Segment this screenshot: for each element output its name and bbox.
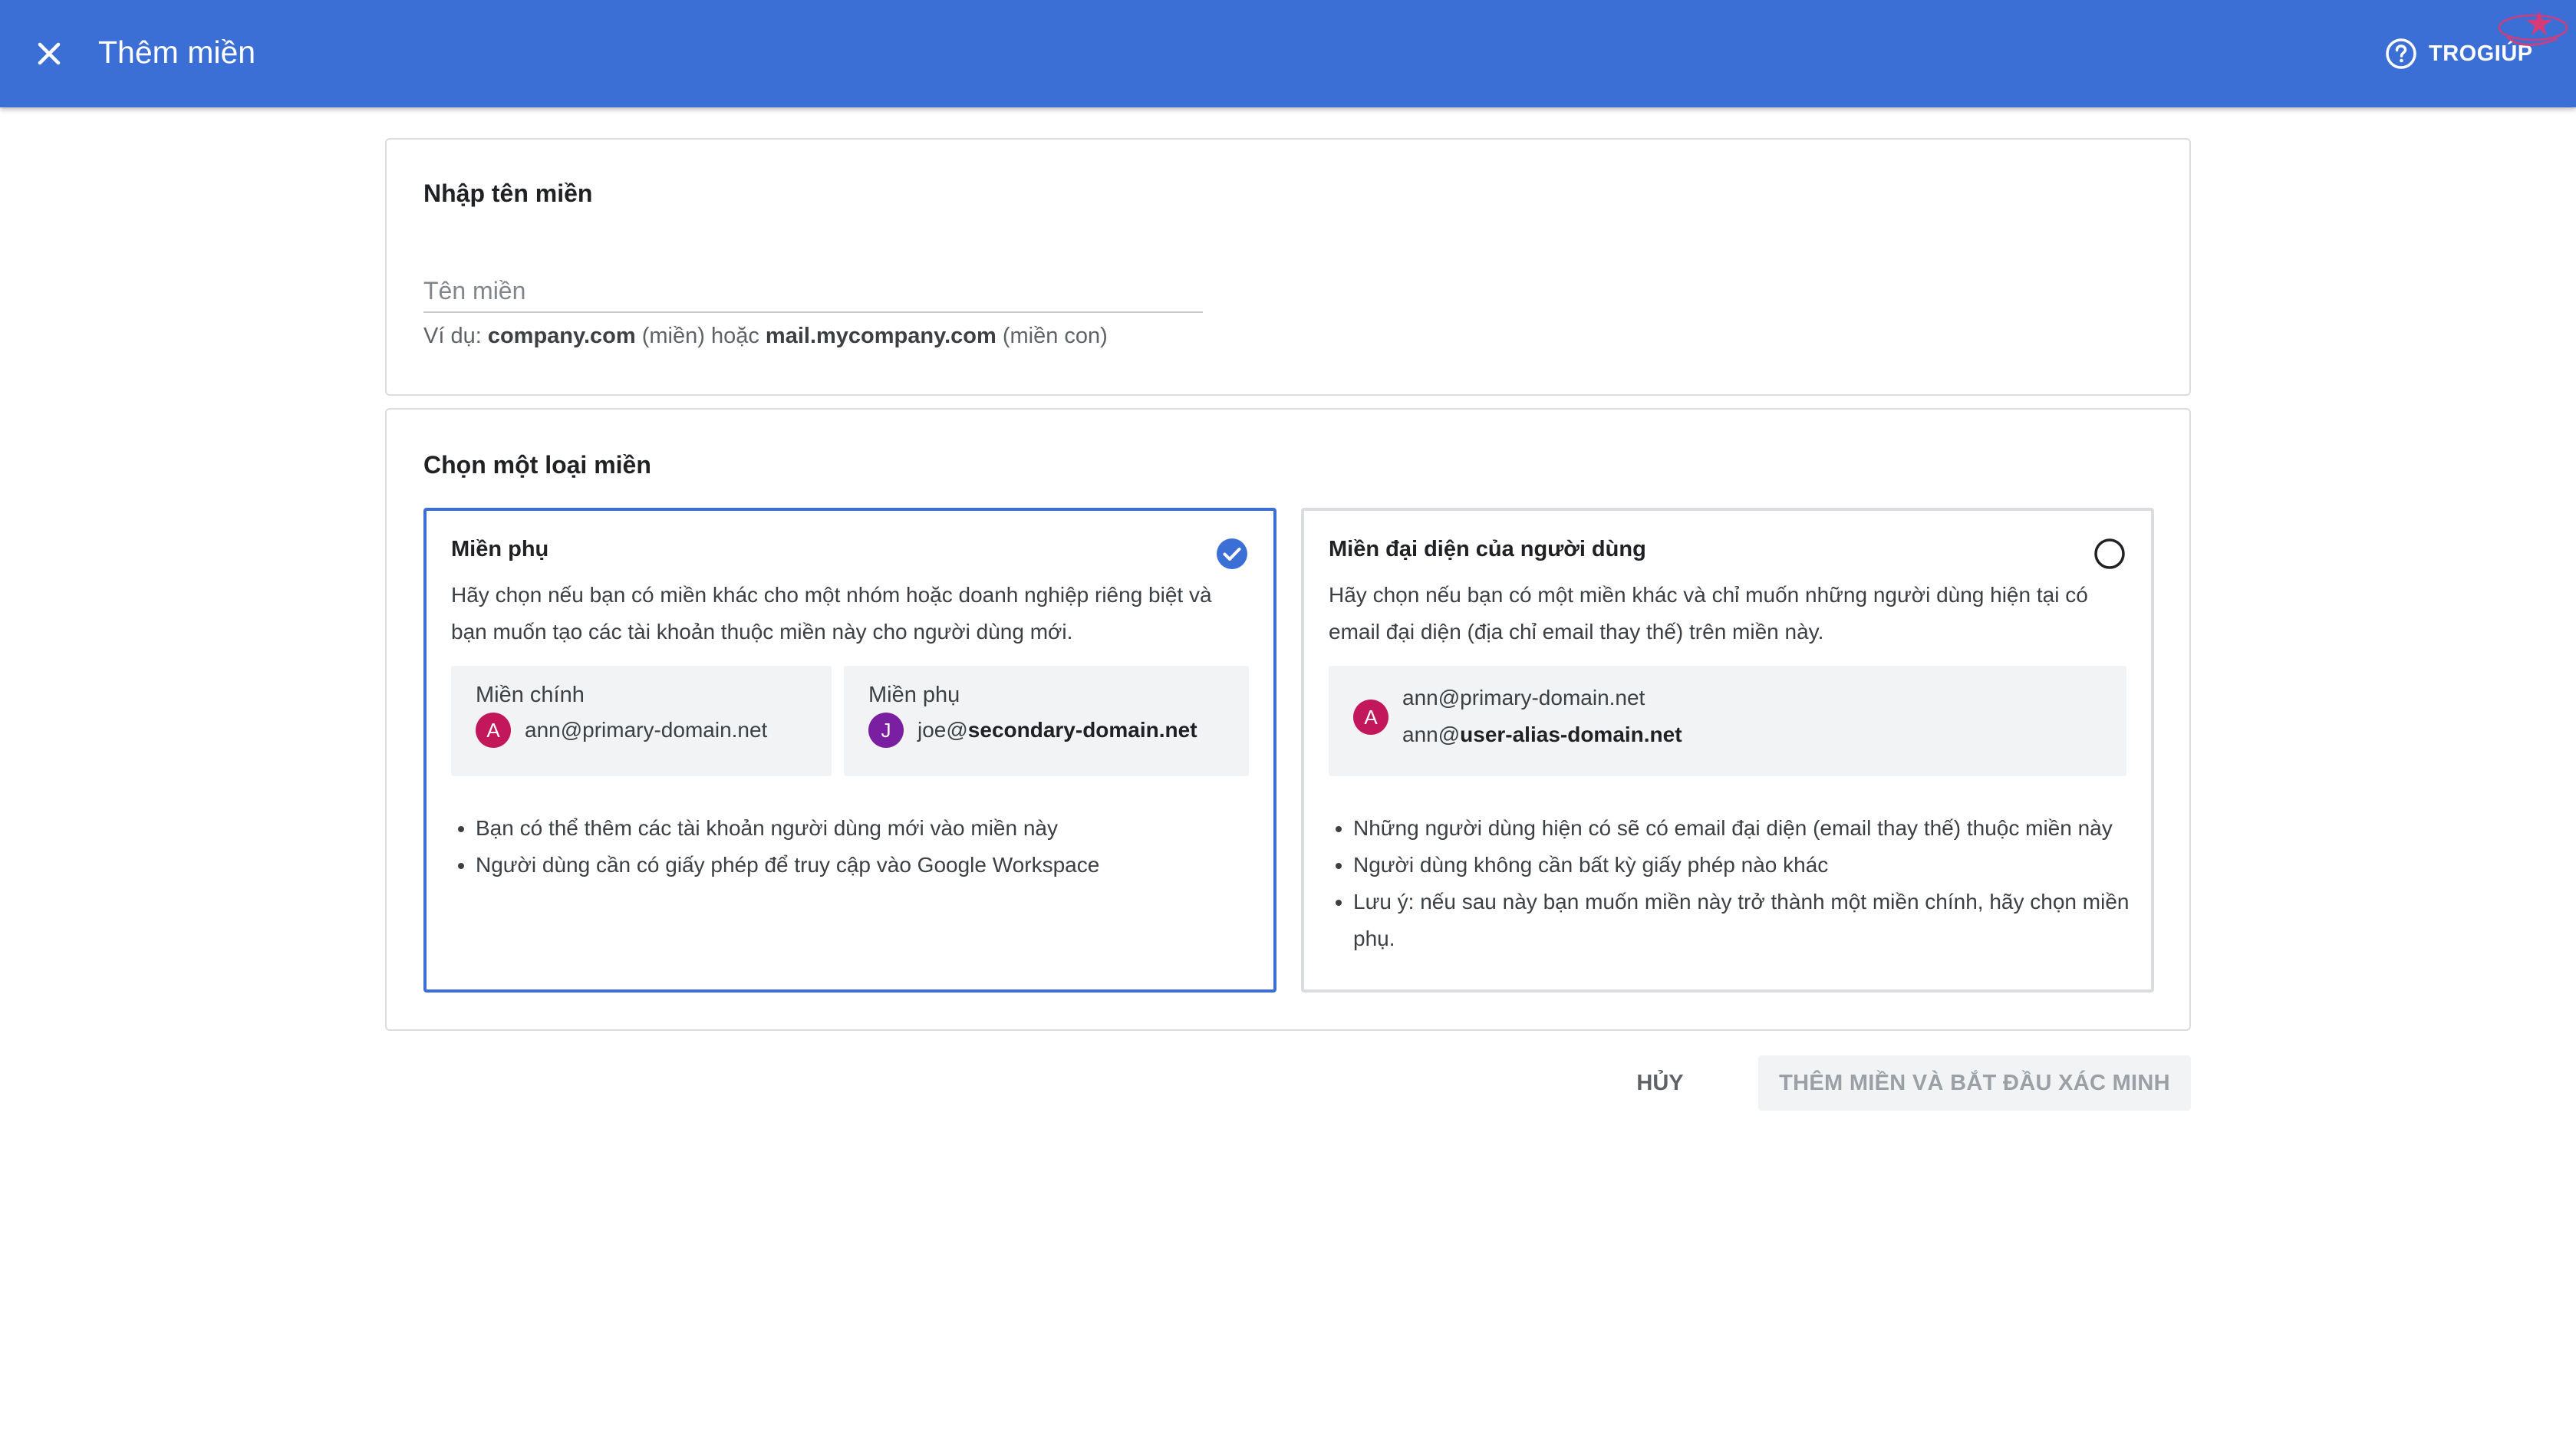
user-alias-example: A ann@primary-domain.net ann@user-alias-…	[1329, 666, 2126, 776]
user-alias-domain-option[interactable]: Miền đại diện của người dùng Hãy chọn nế…	[1301, 508, 2154, 993]
hint-example-domain: company.com	[487, 324, 636, 348]
list-item: Người dùng không cần bất kỳ giấy phép nà…	[1353, 847, 2151, 884]
hint-middle: (miền) hoặc	[635, 324, 766, 348]
example-emails: ann@primary-domain.net ann@user-alias-do…	[1402, 680, 1682, 753]
list-item: Những người dùng hiện có sẽ có email đại…	[1353, 810, 2151, 847]
email-domain: secondary-domain.net	[967, 718, 1197, 742]
hint-suffix: (miền con)	[996, 324, 1108, 348]
check-circle-icon	[1217, 538, 1247, 569]
option-description: Hãy chọn nếu bạn có một miền khác và chỉ…	[1329, 583, 2088, 644]
primary-domain-example: Miền chính A ann@primary-domain.net	[451, 666, 832, 776]
cancel-button[interactable]: HỦY	[1608, 1055, 1712, 1111]
secondary-domain-option[interactable]: Miền phụ Hãy chọn nếu bạn có miền khác c…	[423, 508, 1276, 993]
avatar: J	[868, 713, 904, 748]
list-item: Người dùng cần có giấy phép để truy cập …	[476, 847, 1273, 884]
option-title: Miền phụ	[451, 537, 549, 561]
radio-unchecked-icon	[2094, 538, 2125, 569]
secondary-domain-example: Miền phụ J joe@secondary-domain.net	[844, 666, 1249, 776]
close-button[interactable]	[29, 34, 69, 74]
page-title: Thêm miền	[98, 35, 256, 70]
top-app-bar: Thêm miền TROGIÚP	[0, 0, 2576, 107]
hint-example-subdomain: mail.mycompany.com	[765, 324, 996, 348]
email-domain: user-alias-domain.net	[1460, 723, 1682, 746]
example-heading: Miền phụ	[868, 683, 960, 707]
domain-type-card: Chọn một loại miền Miền phụ Hãy chọn nếu…	[385, 408, 2191, 1031]
help-circle-icon	[2386, 38, 2416, 69]
example-email: ann@primary-domain.net	[525, 718, 768, 742]
example-primary-email: ann@primary-domain.net	[1402, 686, 1645, 709]
hint-prefix: Ví dụ:	[423, 324, 488, 348]
domain-name-heading: Nhập tên miền	[423, 179, 593, 207]
domain-example-hint: Ví dụ: company.com (miền) hoặc mail.myco…	[423, 324, 1108, 349]
example-alias-email: ann@user-alias-domain.net	[1402, 716, 1682, 753]
domain-name-card: Nhập tên miền Ví dụ: company.com (miền) …	[385, 138, 2191, 396]
example-account: J joe@secondary-domain.net	[868, 712, 1197, 749]
domain-type-heading: Chọn một loại miền	[423, 451, 651, 479]
example-email: joe@secondary-domain.net	[917, 718, 1197, 742]
option-bullets: Bạn có thể thêm các tài khoản người dùng…	[451, 810, 1273, 884]
domain-name-input[interactable]	[423, 270, 1203, 313]
example-account: A ann@primary-domain.net ann@user-alias-…	[1353, 680, 1682, 753]
watermark-logo	[2498, 11, 2568, 46]
list-item: Lưu ý: nếu sau này bạn muốn miền này trở…	[1353, 884, 2151, 957]
email-user: joe@	[917, 718, 968, 742]
close-icon	[38, 42, 61, 65]
option-title: Miền đại diện của người dùng	[1329, 537, 1646, 561]
add-domain-and-verify-button[interactable]: THÊM MIỀN VÀ BẮT ĐẦU XÁC MINH	[1758, 1055, 2191, 1111]
example-account: A ann@primary-domain.net	[476, 712, 767, 749]
avatar: A	[1353, 700, 1388, 735]
option-bullets: Những người dùng hiện có sẽ có email đại…	[1329, 810, 2151, 957]
list-item: Bạn có thể thêm các tài khoản người dùng…	[476, 810, 1273, 847]
email-user: ann@	[1402, 723, 1461, 746]
example-heading: Miền chính	[476, 683, 585, 707]
option-description: Hãy chọn nếu bạn có miền khác cho một nh…	[451, 583, 1212, 644]
avatar: A	[476, 713, 511, 748]
